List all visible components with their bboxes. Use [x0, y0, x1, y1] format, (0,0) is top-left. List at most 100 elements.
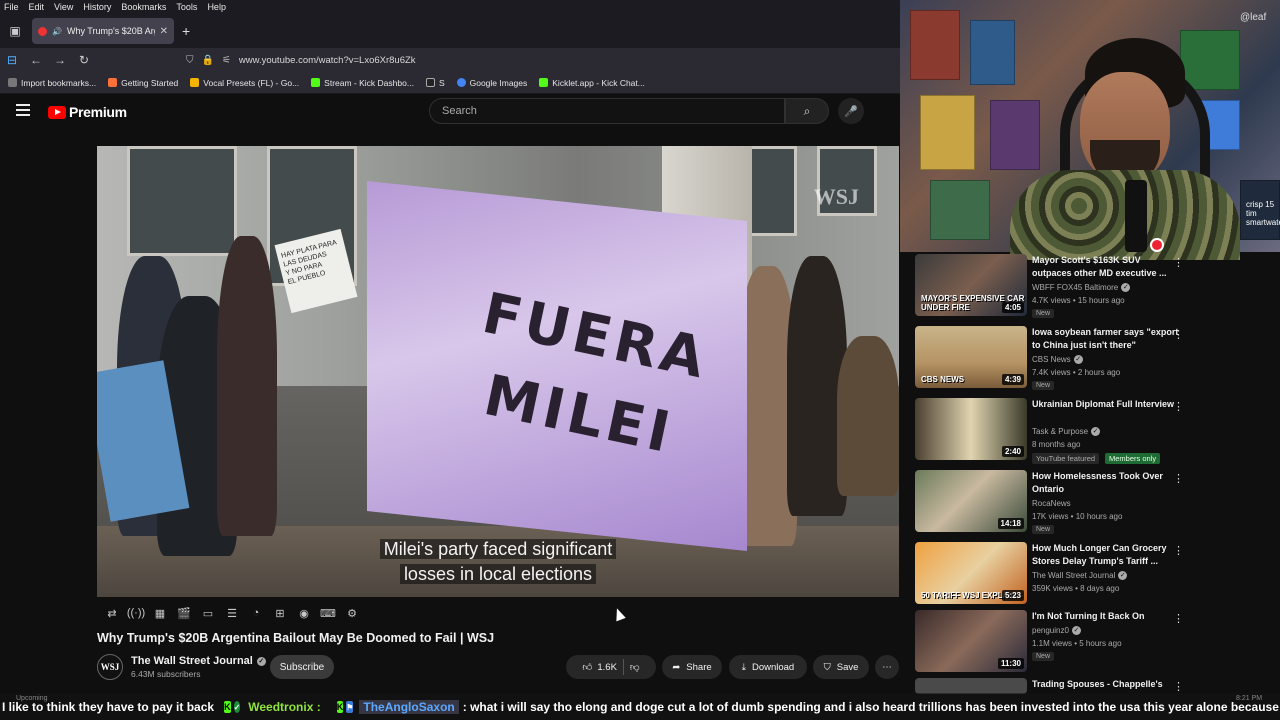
- like-button[interactable]: 👍︎ 1.6K: [582, 661, 617, 674]
- miniplayer-icon[interactable]: ▭: [200, 606, 216, 620]
- bookmark-s[interactable]: S: [425, 78, 445, 88]
- forward-icon[interactable]: →: [48, 53, 72, 67]
- share-button[interactable]: ➦ Share: [662, 655, 722, 679]
- bookmark-vocal-presets[interactable]: Vocal Presets (FL) - Go...: [190, 78, 299, 88]
- more-options-icon[interactable]: ⋮: [1173, 612, 1184, 625]
- gear-icon[interactable]: ⚙: [344, 606, 360, 620]
- more-options-icon[interactable]: ⋮: [1173, 328, 1184, 341]
- microphone-icon[interactable]: 🎤: [838, 98, 864, 124]
- menu-help[interactable]: Help: [207, 2, 226, 12]
- tab-overview-icon[interactable]: ▣: [2, 18, 28, 44]
- list-item[interactable]: 14:18 How Homelessness Took Over Ontario…: [915, 470, 1195, 536]
- hamburger-menu-icon[interactable]: [16, 104, 30, 116]
- subscriber-badge-icon: ⚑: [346, 701, 354, 713]
- video-thumbnail[interactable]: 14:18: [915, 470, 1027, 532]
- verified-icon: ✓: [1091, 427, 1101, 436]
- back-icon[interactable]: ←: [24, 53, 48, 67]
- loop-icon[interactable]: ⇄: [104, 606, 120, 620]
- reload-icon[interactable]: ↻: [72, 53, 96, 67]
- menu-file[interactable]: File: [4, 2, 19, 12]
- save-button[interactable]: ⛉ Save: [813, 655, 869, 679]
- search-icon[interactable]: ⌕: [785, 98, 829, 124]
- featured-badge: YouTube featured: [1032, 453, 1100, 464]
- audio-icon[interactable]: ((·)): [127, 606, 145, 620]
- mouse-cursor: [612, 606, 626, 622]
- youtube-logo[interactable]: Premium: [48, 104, 127, 120]
- video-thumbnail[interactable]: [915, 678, 1027, 694]
- address-bar[interactable]: ⛉ 🔒 ⚟ www.youtube.com/watch?v=Lxo6Xr8u6Z…: [186, 55, 416, 66]
- list-item[interactable]: 11:30 I'm Not Turning It Back On penguin…: [915, 610, 1195, 676]
- new-badge: New: [1032, 309, 1055, 318]
- list-item[interactable]: 2:40 Ukrainian Diplomat Full Interview T…: [915, 398, 1195, 464]
- download-icon: ⤓: [741, 661, 746, 673]
- new-badge: New: [1032, 652, 1055, 661]
- caption-line-1: Milei's party faced significant: [379, 539, 617, 559]
- more-actions-icon[interactable]: ⋯: [875, 655, 899, 679]
- share-icon: ➦: [672, 661, 681, 673]
- subscribe-button[interactable]: Subscribe: [270, 655, 334, 679]
- close-tab-icon[interactable]: ✕: [160, 26, 168, 37]
- audio-playing-icon[interactable]: 🔊: [52, 27, 62, 36]
- more-options-icon[interactable]: ⋮: [1173, 256, 1184, 269]
- more-options-icon[interactable]: ⋮: [1173, 472, 1184, 485]
- bookmark-kick-dashboard[interactable]: Stream - Kick Dashbo...: [311, 78, 414, 88]
- speed-icon[interactable]: ◔: [248, 606, 264, 620]
- new-tab-icon[interactable]: +: [182, 23, 190, 39]
- verified-badge-icon: ✓: [233, 701, 241, 713]
- bookmark-import[interactable]: Import bookmarks...: [8, 78, 96, 88]
- more-options-icon[interactable]: ⋮: [1173, 680, 1184, 693]
- channel-name[interactable]: The Wall Street Journal ✓: [131, 655, 266, 667]
- video-thumbnail[interactable]: 2:40: [915, 398, 1027, 460]
- video-thumbnail[interactable]: MAYOR'S EXPENSIVE CAR UNDER FIRE 4:05: [915, 254, 1027, 316]
- menu-view[interactable]: View: [54, 2, 73, 12]
- wsj-watermark: WSJ: [813, 184, 859, 209]
- screenshot-icon[interactable]: ◉: [296, 606, 312, 620]
- more-options-icon[interactable]: ⋮: [1173, 400, 1184, 413]
- list-item[interactable]: MAYOR'S EXPENSIVE CAR UNDER FIRE 4:05 Ma…: [915, 254, 1195, 320]
- url-text[interactable]: www.youtube.com/watch?v=Lxo6Xr8u6Zk: [239, 55, 416, 66]
- video-title: Why Trump's $20B Argentina Bailout May B…: [97, 631, 495, 645]
- keyboard-icon[interactable]: ⌨: [320, 606, 336, 620]
- new-badge: New: [1032, 525, 1055, 534]
- chapters-icon[interactable]: ☰: [224, 606, 240, 620]
- lock-icon[interactable]: 🔒: [202, 55, 214, 66]
- verified-icon: ✓: [1118, 571, 1128, 580]
- leaf-watermark: @leaf: [1240, 12, 1267, 23]
- bookmarks-bar: Import bookmarks... Getting Started Voca…: [0, 72, 900, 94]
- bookmark-google-images[interactable]: Google Images: [456, 78, 527, 88]
- dislike-button[interactable]: 👎︎: [630, 661, 640, 673]
- video-thumbnail[interactable]: 11:30: [915, 610, 1027, 672]
- more-options-icon[interactable]: ⋮: [1173, 544, 1184, 557]
- list-item[interactable]: Trading Spouses - Chappelle's ⋮: [915, 678, 1195, 694]
- menu-history[interactable]: History: [83, 2, 111, 12]
- menu-bookmarks[interactable]: Bookmarks: [121, 2, 166, 12]
- channel-avatar[interactable]: WSJ: [97, 654, 123, 680]
- like-count: 1.6K: [597, 661, 617, 673]
- chat-username-2: TheAngloSaxon: [359, 700, 459, 714]
- tab-bar: ▣ 🔊 Why Trump's $20B Argentin ✕ +: [0, 14, 900, 48]
- video-player[interactable]: HAY PLATA PARA LAS DEUDAS Y NO PARA EL PUEB…: [97, 146, 899, 597]
- bookmark-kicklet[interactable]: Kicklet.app - Kick Chat...: [539, 78, 645, 88]
- menu-edit[interactable]: Edit: [29, 2, 45, 12]
- player-extension-controls: ⇄ ((·)) ▦ 🎬 ▭ ☰ ◔ ⊞ ◉ ⌨ ⚙: [104, 606, 360, 620]
- verified-icon: ✓: [1073, 355, 1083, 364]
- list-item[interactable]: CBS NEWS 4:39 Iowa soybean farmer says "…: [915, 326, 1195, 392]
- video-settings-icon[interactable]: ▦: [152, 606, 168, 620]
- subscriber-count: 6.43M subscribers: [131, 669, 201, 679]
- add-icon[interactable]: ⊞: [272, 606, 288, 620]
- sidebar-toggle-icon[interactable]: ⊟: [0, 53, 24, 67]
- active-tab[interactable]: 🔊 Why Trump's $20B Argentin ✕: [32, 18, 174, 44]
- video-thumbnail[interactable]: CBS NEWS 4:39: [915, 326, 1027, 388]
- bookmark-getting-started[interactable]: Getting Started: [108, 78, 178, 88]
- search-input[interactable]: Search: [429, 98, 785, 124]
- tracking-shield-icon[interactable]: ⛉: [186, 55, 194, 66]
- clapper-icon[interactable]: 🎬: [176, 606, 192, 620]
- permissions-icon[interactable]: ⚟: [222, 55, 231, 66]
- video-thumbnail[interactable]: 50 TARIFF WSJ EXPLAINS 5:23: [915, 542, 1027, 604]
- download-button[interactable]: ⤓ Download: [729, 655, 807, 679]
- list-item[interactable]: 50 TARIFF WSJ EXPLAINS 5:23 How Much Lon…: [915, 542, 1195, 608]
- youtube-play-icon: [48, 105, 66, 119]
- chat-message-1: I like to think they have to pay it back: [2, 700, 215, 714]
- menu-tools[interactable]: Tools: [176, 2, 197, 12]
- bookmark-icon: ⛉: [823, 661, 831, 673]
